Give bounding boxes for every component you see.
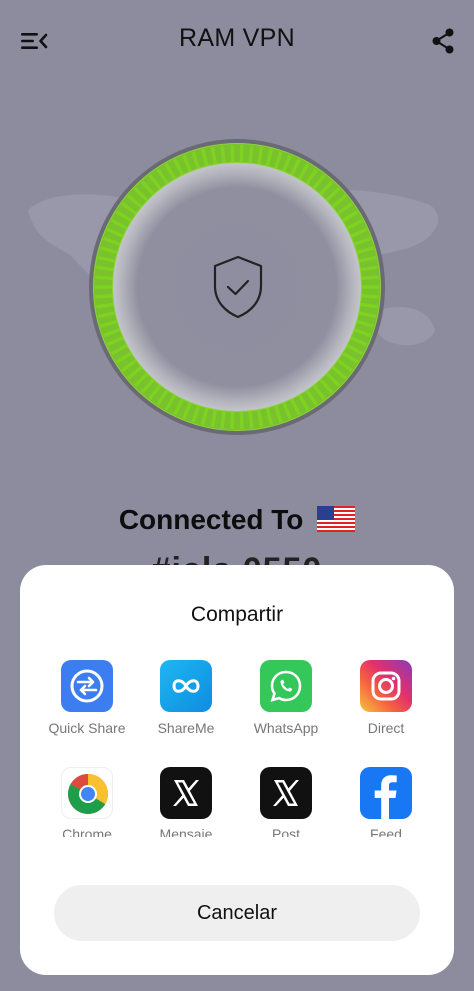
instagram-icon <box>360 660 412 712</box>
share-sheet: Compartir Quick Share ShareMe WhatsApp D… <box>20 565 454 975</box>
share-sheet-title: Compartir <box>190 603 284 626</box>
app-title: RAM VPN <box>178 24 295 52</box>
share-app-mensaje[interactable]: Mensaje <box>141 767 231 837</box>
connected-to-label: Connected To <box>118 504 304 535</box>
share-app-label: Mensaje <box>159 826 213 837</box>
connection-status: Connected To <box>0 504 474 536</box>
share-app-label: Feed <box>370 826 402 837</box>
ring-tick <box>96 302 114 309</box>
ring-tick <box>360 302 378 309</box>
facebook-icon <box>360 767 412 819</box>
shareme-icon <box>160 660 212 712</box>
chrome-icon <box>61 767 113 819</box>
app-bar: RAM VPN <box>0 0 474 80</box>
share-icon[interactable] <box>428 26 458 56</box>
quick-share-icon <box>61 660 113 712</box>
ring-tick <box>220 411 226 429</box>
ring-tick <box>220 145 226 163</box>
shield-check-icon <box>210 254 266 320</box>
share-app-direct[interactable]: Direct <box>341 660 431 736</box>
ring-tick <box>239 145 244 163</box>
share-app-label: Direct <box>367 720 405 736</box>
ring-tick <box>248 145 254 163</box>
share-app-post[interactable]: Post <box>241 767 331 837</box>
share-app-label: WhatsApp <box>253 720 319 736</box>
ring-tick <box>230 145 235 163</box>
ring-tick <box>95 294 113 299</box>
ring-tick <box>361 294 379 299</box>
share-app-label: ShareMe <box>157 720 215 736</box>
x-icon <box>160 767 212 819</box>
ring-tick <box>95 275 113 280</box>
ring-tick <box>239 411 244 429</box>
whatsapp-icon <box>260 660 312 712</box>
ring-tick <box>360 265 378 272</box>
share-app-feed[interactable]: Feed <box>341 767 431 837</box>
share-app-label: Chrome <box>62 826 112 837</box>
ring-tick <box>248 411 254 429</box>
us-flag-icon <box>317 506 356 532</box>
share-app-chrome[interactable]: Chrome <box>42 767 132 837</box>
x-icon <box>260 767 312 819</box>
ring-tick <box>361 275 379 280</box>
cancel-button[interactable]: Cancelar <box>54 885 420 941</box>
share-app-quick-share[interactable]: Quick Share <box>42 660 132 736</box>
share-app-whatsapp[interactable]: WhatsApp <box>241 660 331 736</box>
ring-tick <box>230 411 235 429</box>
share-app-label: Post <box>271 826 300 837</box>
share-app-label: Quick Share <box>48 720 126 736</box>
ring-tick <box>96 265 114 272</box>
share-app-shareme[interactable]: ShareMe <box>141 660 231 736</box>
